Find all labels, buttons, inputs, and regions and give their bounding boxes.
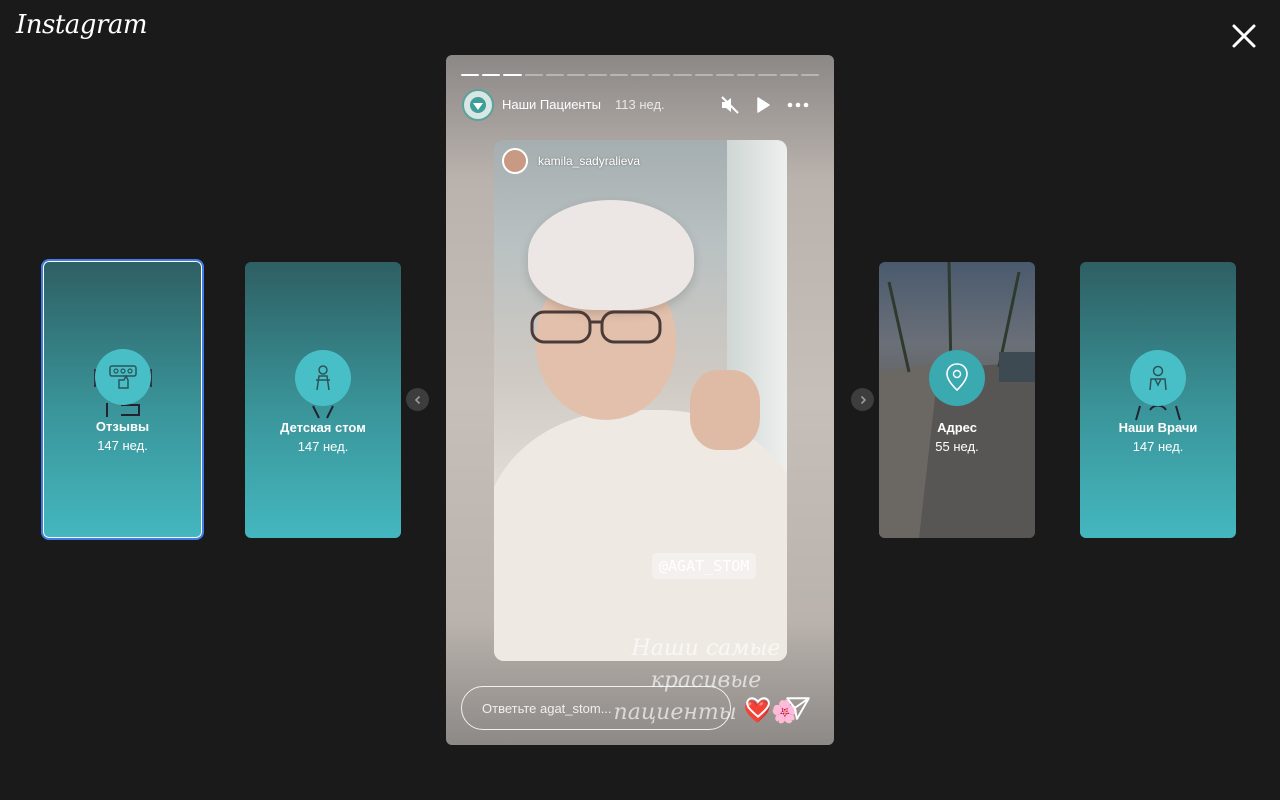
chevron-right-icon[interactable] xyxy=(851,388,874,411)
progress-segment xyxy=(524,74,543,76)
progress-segment xyxy=(609,74,628,76)
send-icon[interactable] xyxy=(785,695,811,721)
highlight-age: 147 нед. xyxy=(297,439,349,454)
instagram-logo[interactable]: Instagram xyxy=(16,10,148,40)
story-timestamp: 113 нед. xyxy=(615,97,665,112)
progress-segment xyxy=(588,74,607,76)
highlight-address[interactable]: Адрес 55 нед. xyxy=(879,262,1035,538)
story-viewer[interactable]: Наши Пациенты 113 нед. kamila_sadyraliev… xyxy=(446,55,834,745)
mention-tag[interactable]: @AGAT_STOM xyxy=(652,553,757,579)
sweater xyxy=(494,410,787,661)
story-photo: kamila_sadyralieva @AGAT_STOM xyxy=(494,140,787,661)
beret xyxy=(528,200,694,310)
progress-segment xyxy=(800,74,819,76)
reviews-icon xyxy=(94,349,151,405)
highlight-age: 55 нед. xyxy=(935,439,979,454)
progress-segment xyxy=(737,74,756,76)
play-icon[interactable] xyxy=(750,93,774,117)
story-account-name[interactable]: Наши Пациенты xyxy=(502,97,601,112)
highlight-age: 147 нед. xyxy=(97,438,148,453)
highlight-title: Детская стом xyxy=(280,420,366,435)
reply-input[interactable] xyxy=(461,686,731,730)
muted-speaker-icon[interactable] xyxy=(718,93,742,117)
child-icon xyxy=(295,350,351,406)
inner-avatar xyxy=(502,148,528,174)
progress-segment xyxy=(715,74,735,76)
progress-segment xyxy=(652,74,671,76)
progress-segment xyxy=(630,74,650,76)
highlight-reviews[interactable]: Отзывы 147 нед. xyxy=(41,259,204,540)
inner-username: kamila_sadyralieva xyxy=(538,154,641,168)
tooth-logo-icon xyxy=(470,97,486,113)
story-avatar[interactable] xyxy=(462,89,494,121)
progress-segment xyxy=(461,74,480,76)
more-icon[interactable] xyxy=(786,93,810,117)
doctor-icon xyxy=(1130,350,1186,406)
chevron-left-icon[interactable] xyxy=(406,388,429,411)
highlight-title: Адрес xyxy=(937,420,977,435)
highlight-our-doctors[interactable]: Наши Врачи 147 нед. xyxy=(1080,262,1236,538)
progress-segment xyxy=(545,74,565,76)
progress-segment xyxy=(567,74,586,76)
story-progress-bar xyxy=(461,74,819,76)
close-icon[interactable] xyxy=(1228,20,1260,52)
progress-segment xyxy=(694,74,713,76)
glasses xyxy=(530,310,662,344)
hand xyxy=(690,370,760,450)
progress-segment xyxy=(779,74,798,76)
highlight-title: Отзывы xyxy=(95,419,150,434)
location-pin-icon xyxy=(929,350,985,406)
highlight-age: 147 нед. xyxy=(1132,439,1184,454)
highlight-kids-dentistry[interactable]: Детская стом 147 нед. xyxy=(245,262,401,538)
progress-segment xyxy=(758,74,777,76)
highlight-title: Наши Врачи xyxy=(1118,420,1198,435)
progress-segment xyxy=(482,74,501,76)
progress-segment xyxy=(503,74,522,76)
heart-icon[interactable] xyxy=(745,695,771,721)
progress-segment xyxy=(673,74,692,76)
